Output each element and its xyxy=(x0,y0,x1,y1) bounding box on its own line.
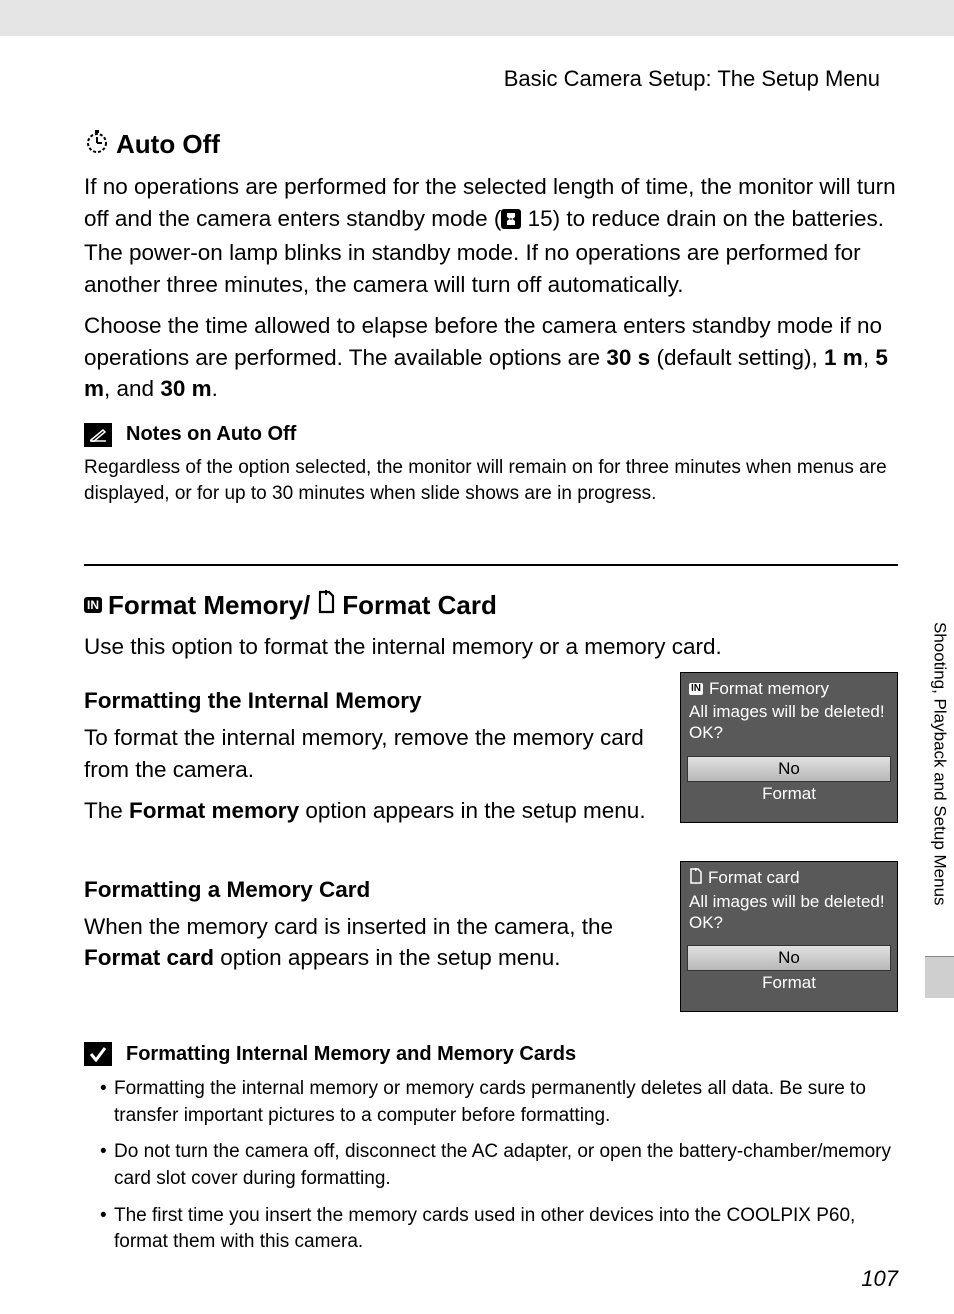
caution-box: Formatting Internal Memory and Memory Ca… xyxy=(84,1042,898,1256)
pencil-icon xyxy=(84,423,112,447)
memory-card-p1: When the memory card is inserted in the … xyxy=(84,911,656,974)
caution-heading-text: Formatting Internal Memory and Memory Ca… xyxy=(126,1043,576,1066)
caution-bullet: The first time you insert the memory car… xyxy=(100,1203,898,1256)
chapter-header: Basic Camera Setup: The Setup Menu xyxy=(84,66,880,92)
dialog-card-title-row: Format card xyxy=(681,862,897,891)
internal-memory-p2: The Format memory option appears in the … xyxy=(84,795,656,827)
page-ref-icon xyxy=(501,206,521,238)
side-tab-label: Shooting, Playback and Setup Menus xyxy=(925,614,954,984)
caution-bullet-list: Formatting the internal memory or memory… xyxy=(84,1076,898,1256)
auto-off-para2: Choose the time allowed to elapse before… xyxy=(84,310,898,405)
format-intro: Use this option to format the internal m… xyxy=(84,631,898,663)
dialog-memory-title-row: IN Format memory xyxy=(681,673,897,701)
dialog-memory-format-option[interactable]: Format xyxy=(687,782,891,806)
manual-page: Basic Camera Setup: The Setup Menu Auto … xyxy=(0,36,954,1314)
caution-icon xyxy=(84,1042,112,1066)
format-heading-b: Format Card xyxy=(342,590,497,621)
internal-memory-p1: To format the internal memory, remove th… xyxy=(84,722,656,785)
internal-memory-icon: IN xyxy=(84,597,102,613)
dialog-card-msg: All images will be deleted! OK? xyxy=(681,891,897,946)
format-memory-dialog: IN Format memory All images will be dele… xyxy=(680,672,898,823)
notes-heading-row: Notes on Auto Off xyxy=(84,423,898,447)
memory-card-subheading: Formatting a Memory Card xyxy=(84,877,656,903)
notes-auto-off-box: Notes on Auto Off Regardless of the opti… xyxy=(84,423,898,508)
internal-memory-icon-small: IN xyxy=(689,683,703,695)
notes-heading-text: Notes on Auto Off xyxy=(126,423,296,446)
side-tab-marker xyxy=(925,956,954,998)
dialog-card-format-option[interactable]: Format xyxy=(687,971,891,995)
internal-memory-row: Formatting the Internal Memory To format… xyxy=(84,672,898,837)
caution-bullet: Formatting the internal memory or memory… xyxy=(100,1076,898,1129)
format-card-dialog: Format card All images will be deleted! … xyxy=(680,861,898,1013)
format-heading-a: Format Memory/ xyxy=(108,590,310,621)
caution-heading-row: Formatting Internal Memory and Memory Ca… xyxy=(84,1042,898,1066)
auto-off-title-text: Auto Off xyxy=(116,129,220,160)
dialog-card-title: Format card xyxy=(708,868,800,888)
caution-bullet: Do not turn the camera off, disconnect t… xyxy=(100,1139,898,1192)
card-icon xyxy=(316,590,336,621)
dialog-memory-title: Format memory xyxy=(709,679,829,699)
format-heading: IN Format Memory/ Format Card xyxy=(84,590,898,621)
card-icon-small xyxy=(689,868,702,889)
dialog-card-no-option[interactable]: No xyxy=(687,945,891,971)
auto-off-para1: If no operations are performed for the s… xyxy=(84,171,898,300)
section-divider xyxy=(84,564,898,566)
dialog-memory-msg: All images will be deleted! OK? xyxy=(681,701,897,756)
page-number: 107 xyxy=(861,1266,898,1292)
memory-card-row: Formatting a Memory Card When the memory… xyxy=(84,861,898,1013)
dialog-memory-no-option[interactable]: No xyxy=(687,756,891,782)
auto-off-heading: Auto Off xyxy=(84,128,898,161)
auto-off-icon xyxy=(84,128,110,161)
internal-memory-subheading: Formatting the Internal Memory xyxy=(84,688,656,714)
notes-body-text: Regardless of the option selected, the m… xyxy=(84,455,898,508)
